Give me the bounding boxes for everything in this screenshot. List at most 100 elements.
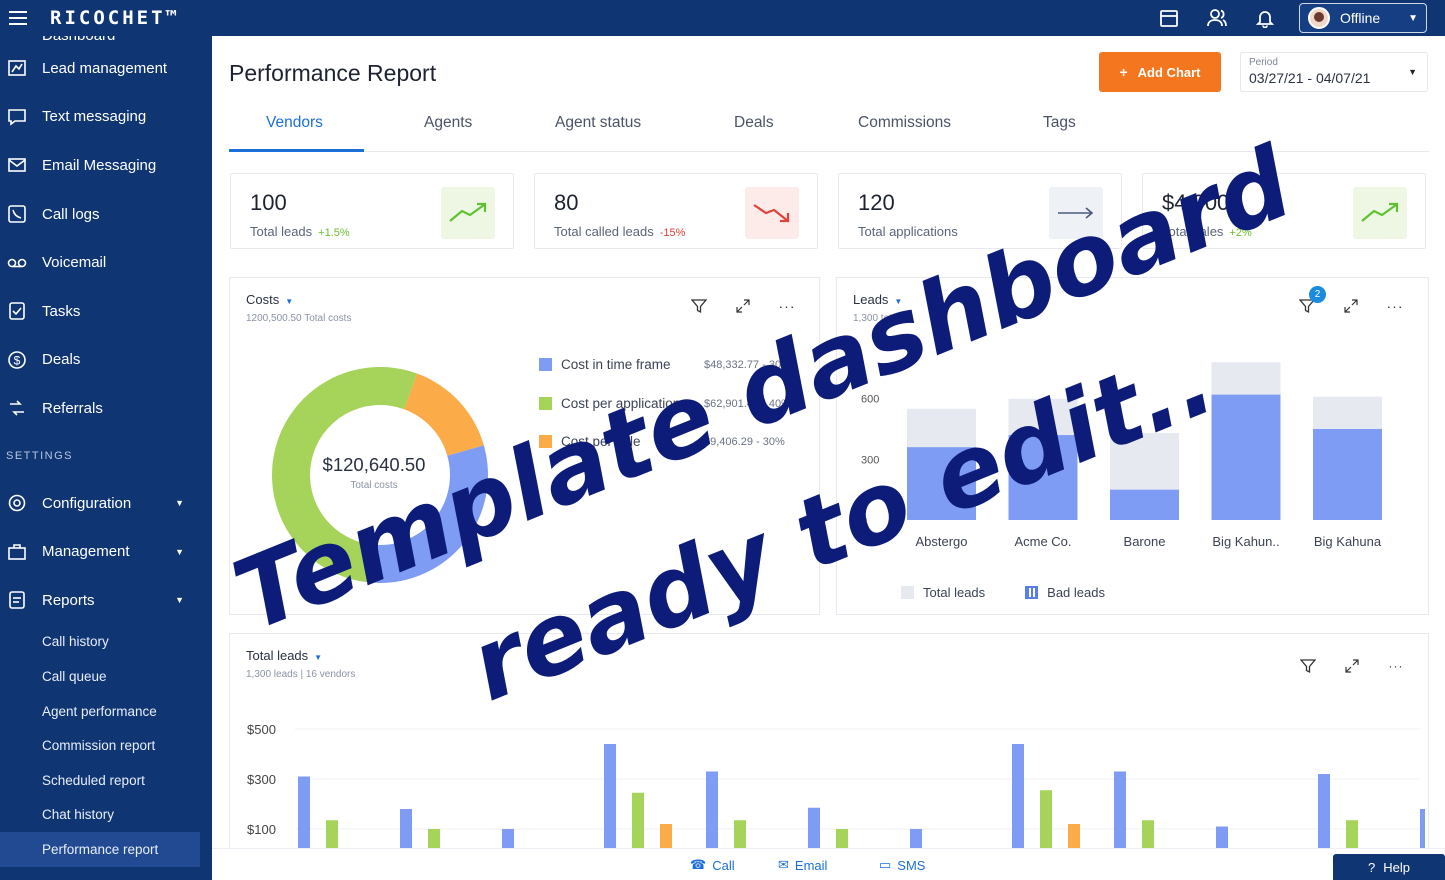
call-button[interactable]: ☎ Call (690, 857, 735, 873)
bar[interactable] (298, 776, 310, 855)
period-value: 03/27/21 - 04/07/21 (1249, 70, 1371, 86)
costs-title: Costs (246, 292, 280, 307)
tab-commissions[interactable]: Commissions (858, 114, 951, 132)
chevron-down-icon: ▼ (894, 297, 903, 306)
bar[interactable] (632, 792, 644, 854)
mail-icon: ✉ (778, 857, 789, 872)
bell-icon[interactable] (1241, 0, 1289, 36)
bar-bad-leads[interactable] (907, 447, 976, 520)
panel-title[interactable]: Total leads ▼ (246, 648, 322, 663)
total-leads-panel: Total leads ▼ 1,300 leads | 16 vendors ··… (229, 633, 1429, 863)
sidebar-item-dashboard[interactable]: Dashboard (0, 36, 212, 44)
status-dropdown[interactable]: Offline ▼ (1299, 3, 1427, 33)
more-icon[interactable]: ··· (1385, 296, 1405, 316)
sidebar-item-email-messaging[interactable]: Email Messaging (0, 141, 212, 190)
call-label: Call (712, 857, 735, 873)
kpi-delta: +2% (1229, 227, 1252, 239)
panel-title[interactable]: Costs ▼ (246, 292, 293, 307)
kpi-label: Total called leads (554, 224, 654, 239)
expand-icon[interactable] (733, 296, 753, 316)
tab-tags[interactable]: Tags (1043, 114, 1076, 132)
legend-swatch (539, 358, 552, 371)
y-tick-label: 300 (861, 454, 879, 466)
trend-up-icon (441, 187, 495, 239)
sidebar-item-label: Voicemail (42, 254, 107, 272)
sidebar-item-tasks[interactable]: Tasks (0, 287, 212, 336)
referral-icon (6, 397, 28, 419)
sidebar-item-deals[interactable]: $ Deals (0, 336, 212, 385)
legend-value: $48,332.77 - 30% (704, 358, 791, 371)
tab-agents[interactable]: Agents (424, 114, 472, 132)
bottom-action-bar: ☎ Call ✉ Email ▭ SMS (212, 848, 1445, 880)
sidebar-item-label: Call logs (42, 205, 100, 223)
tab-deals[interactable]: Deals (734, 114, 774, 132)
bar[interactable] (1012, 744, 1024, 854)
gear-icon (6, 492, 28, 514)
sidebar-subitem-commission-report[interactable]: Commission report (0, 728, 212, 763)
sidebar-item-label: Text messaging (42, 108, 147, 126)
sidebar-subitem-call-queue[interactable]: Call queue (0, 659, 212, 694)
expand-icon[interactable] (1341, 296, 1361, 316)
panel-subtitle: 1200,500.50 Total costs (246, 313, 352, 324)
sidebar-group-management[interactable]: Management ▼ (0, 527, 212, 576)
sidebar-subitem-chat-history[interactable]: Chat history (0, 798, 212, 833)
bar[interactable] (1114, 771, 1126, 855)
menu-icon[interactable] (0, 0, 36, 36)
more-icon[interactable]: ··· (777, 296, 797, 316)
sidebar-item-label: Management (42, 543, 130, 561)
bar[interactable] (604, 744, 616, 854)
sidebar-group-reports[interactable]: Reports ▼ (0, 576, 212, 625)
panel-title[interactable]: Leads ▼ (853, 292, 902, 307)
tab-agent-status[interactable]: Agent status (555, 114, 641, 132)
sidebar-subitem-performance-report[interactable]: Performance report (0, 832, 200, 867)
sidebar-item-referrals[interactable]: Referrals (0, 384, 212, 433)
sidebar-item-lead-management[interactable]: Lead management (0, 44, 212, 93)
users-icon[interactable] (1193, 0, 1241, 36)
main-content: Performance Report + Add Chart Period 03… (212, 36, 1445, 880)
sidebar-item-call-logs[interactable]: Call logs (0, 190, 212, 239)
kpi-label-row: Total leads +1.5% (250, 224, 350, 239)
sidebar-item-voicemail[interactable]: Voicemail (0, 238, 212, 287)
panel-subtitle: 1,300 total (853, 313, 900, 324)
bar-bad-leads[interactable] (1110, 489, 1179, 520)
filter-count-badge: 2 (1309, 286, 1326, 303)
donut-center-value: $120,640.50 (322, 454, 426, 475)
sms-label: SMS (897, 857, 926, 873)
bar-bad-leads[interactable] (1008, 435, 1078, 520)
sidebar-subitem-call-history[interactable]: Call history (0, 625, 212, 660)
bar-bad-leads[interactable] (1313, 429, 1382, 520)
sidebar-item-label: Tasks (42, 302, 81, 320)
bar[interactable] (706, 771, 718, 855)
kpi-card-sales: $4,000 Total sales +2% (1142, 173, 1426, 249)
more-icon[interactable]: ··· (1386, 656, 1406, 676)
phone-icon: ☎ (690, 857, 707, 872)
voicemail-icon (6, 252, 28, 274)
add-chart-button[interactable]: + Add Chart (1099, 52, 1221, 92)
period-select[interactable]: Period 03/27/21 - 04/07/21 ▼ (1240, 52, 1428, 92)
sidebar-item-text-messaging[interactable]: Text messaging (0, 93, 212, 142)
leads-bar-chart: 0 300 600 Abstergo Acme Co. Barone Big Kahun..… (861, 362, 1382, 549)
legend-label: Total leads (923, 585, 986, 600)
sidebar-section-settings: SETTINGS (6, 449, 74, 462)
kpi-delta: +1.5% (318, 227, 350, 239)
sidebar-item-label: Reports (42, 591, 95, 609)
bar[interactable] (1318, 774, 1330, 854)
bar[interactable] (1040, 790, 1052, 854)
costs-panel: Costs ▼ 1200,500.50 Total costs ··· $120,… (229, 277, 820, 615)
sidebar-group-configuration[interactable]: Configuration ▼ (0, 479, 212, 528)
kpi-card-called-leads: 80 Total called leads -15% (534, 173, 818, 249)
email-button[interactable]: ✉ Email (778, 857, 827, 873)
filter-icon[interactable] (1298, 656, 1318, 676)
help-button[interactable]: ? Help (1333, 854, 1445, 880)
filter-icon[interactable] (689, 296, 709, 316)
expand-icon[interactable] (1342, 656, 1362, 676)
bar-bad-leads[interactable] (1211, 394, 1281, 520)
sidebar-subitem-scheduled-report[interactable]: Scheduled report (0, 763, 212, 798)
calendar-icon[interactable] (1145, 0, 1193, 36)
filter-icon[interactable]: 2 (1297, 286, 1326, 316)
tab-vendors[interactable]: Vendors (266, 114, 323, 132)
donut-slice[interactable] (404, 373, 484, 456)
sms-button[interactable]: ▭ SMS (879, 857, 925, 873)
report-tabs: Vendors Agents Agent status Deals Commis… (229, 104, 1429, 152)
sidebar-subitem-agent-performance[interactable]: Agent performance (0, 694, 212, 729)
